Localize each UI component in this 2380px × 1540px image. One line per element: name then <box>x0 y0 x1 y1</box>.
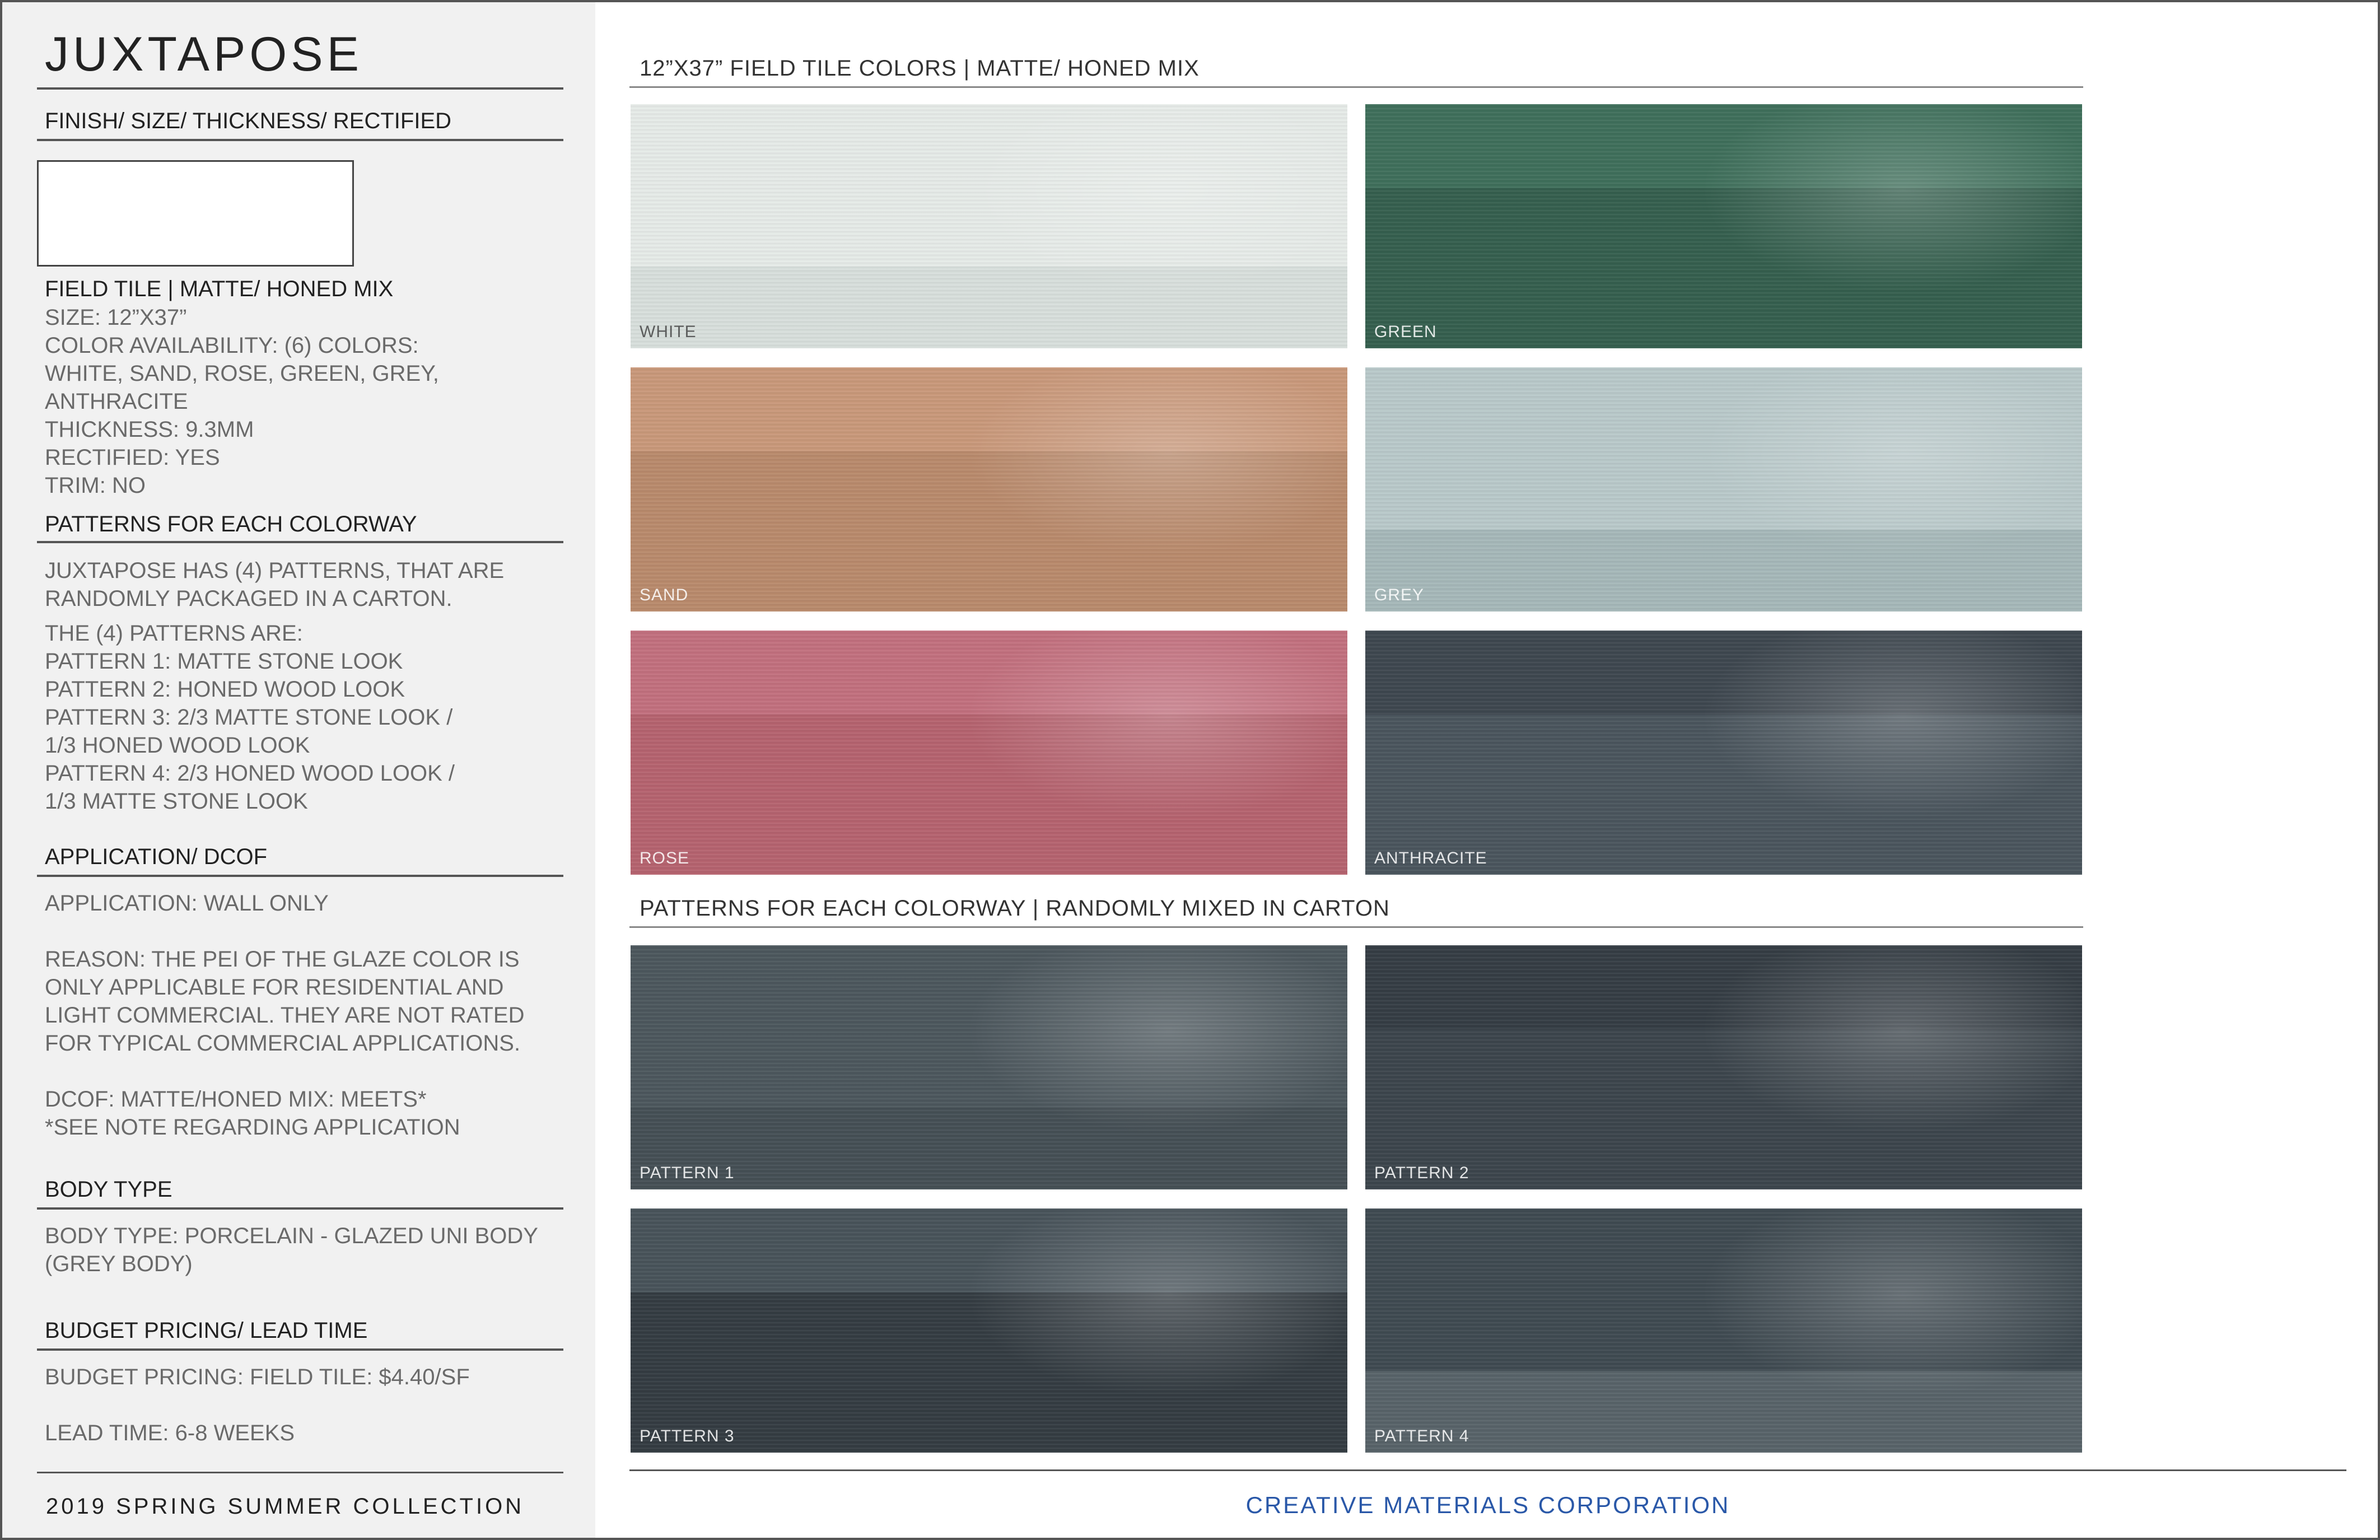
tile-pattern-2: PATTERN 2 <box>1365 945 2082 1189</box>
finish-heading: FINISH/ SIZE/ THICKNESS/ RECTIFIED <box>45 109 452 133</box>
application-heading: APPLICATION/ DCOF <box>45 844 268 869</box>
tile-texture <box>1365 367 2082 612</box>
pricing-text: BUDGET PRICING: FIELD TILE: $4.40/SF LEA… <box>45 1365 470 1445</box>
company-name: CREATIVE MATERIALS CORPORATION <box>1245 1492 1730 1518</box>
tile-texture <box>631 945 1347 1189</box>
tile-rose: ROSE <box>631 631 1347 875</box>
divider <box>37 87 563 90</box>
application-text: APPLICATION: WALL ONLY REASON: THE PEI O… <box>45 891 525 1140</box>
tile-texture <box>1365 631 2082 875</box>
tile-pattern-1: PATTERN 1 <box>631 945 1347 1189</box>
tile-label: PATTERN 2 <box>1374 1164 1469 1182</box>
tile-label: WHITE <box>640 323 697 341</box>
tile-pattern-3: PATTERN 3 <box>631 1208 1347 1453</box>
body-type-text: BODY TYPE: PORCELAIN - GLAZED UNI BODY (… <box>45 1224 538 1276</box>
tile-texture <box>631 104 1347 348</box>
tile-swatch-placeholder <box>37 160 354 267</box>
tile-label: PATTERN 3 <box>640 1427 735 1445</box>
patterns-heading: PATTERNS FOR EACH COLORWAY <box>45 512 417 536</box>
tile-green: GREEN <box>1365 104 2082 348</box>
collection-title: JUXTAPOSE <box>45 27 363 81</box>
tile-label: ROSE <box>640 849 690 867</box>
tile-texture <box>1365 945 2082 1189</box>
tile-label: PATTERN 4 <box>1374 1427 1469 1445</box>
tile-grey: GREY <box>1365 367 2082 612</box>
divider <box>37 1348 563 1351</box>
tile-label: GREY <box>1374 586 1425 604</box>
divider <box>629 86 2083 88</box>
tile-label: PATTERN 1 <box>640 1164 735 1182</box>
tile-label: SAND <box>640 586 689 604</box>
divider <box>37 1472 563 1473</box>
pricing-heading: BUDGET PRICING/ LEAD TIME <box>45 1318 368 1343</box>
tile-pattern-4: PATTERN 4 <box>1365 1208 2082 1453</box>
divider <box>629 1469 2346 1471</box>
field-tile-details: SIZE: 12”X37” COLOR AVAILABILITY: (6) CO… <box>45 305 439 498</box>
divider <box>37 541 563 543</box>
collection-footer: 2019 SPRING SUMMER COLLECTION <box>46 1494 525 1519</box>
tile-texture <box>1365 104 2082 348</box>
divider <box>629 926 2083 928</box>
divider <box>37 139 563 141</box>
tile-texture <box>1365 1208 2082 1453</box>
body-type-heading: BODY TYPE <box>45 1177 172 1202</box>
patterns-section-heading: PATTERNS FOR EACH COLORWAY | RANDOMLY MI… <box>640 896 1390 921</box>
patterns-intro: JUXTAPOSE HAS (4) PATTERNS, THAT ARE RAN… <box>45 558 505 611</box>
spec-sidebar: JUXTAPOSE FINISH/ SIZE/ THICKNESS/ RECTI… <box>2 2 595 1538</box>
divider <box>37 1207 563 1210</box>
tile-anthracite: ANTHRACITE <box>1365 631 2082 875</box>
tile-label: ANTHRACITE <box>1374 849 1487 867</box>
tile-texture <box>631 631 1347 875</box>
colors-heading: 12”X37” FIELD TILE COLORS | MATTE/ HONED… <box>640 56 1200 81</box>
tile-label: GREEN <box>1374 323 1437 341</box>
tile-sand: SAND <box>631 367 1347 612</box>
patterns-list: THE (4) PATTERNS ARE: PATTERN 1: MATTE S… <box>45 621 455 814</box>
divider <box>37 875 563 877</box>
tile-texture <box>631 367 1347 612</box>
tile-texture <box>631 1208 1347 1453</box>
tile-white: WHITE <box>631 104 1347 348</box>
field-tile-title: FIELD TILE | MATTE/ HONED MIX <box>45 277 394 301</box>
